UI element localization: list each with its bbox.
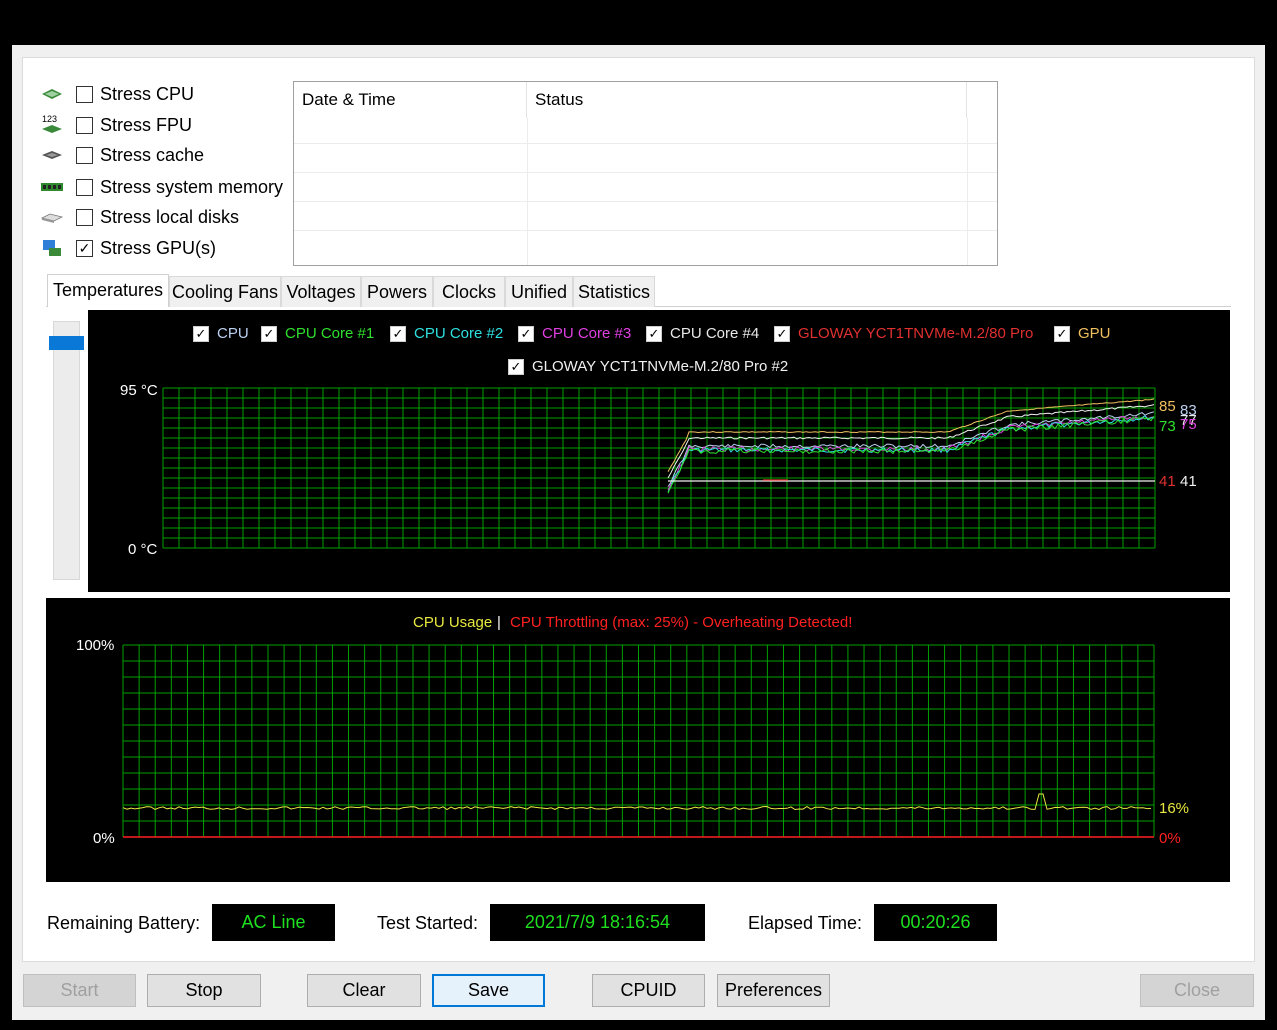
stress-memory-checkbox[interactable] [76, 178, 93, 196]
stress-memory-option[interactable]: Stress system memory [38, 174, 283, 200]
log-column-datetime[interactable]: Date & Time [294, 82, 527, 118]
preferences-button[interactable]: Preferences [717, 974, 830, 1007]
temperature-plot: 95 °C 0 °C 85 83 77 75 73 41 41 [120, 382, 1197, 558]
usage-current-value: 16% [1159, 800, 1189, 817]
svg-text:123: 123 [42, 114, 57, 124]
memory-module-icon [38, 176, 66, 198]
elapsed-time-value: 00:20:26 [874, 904, 997, 941]
temperature-trace-3 [667, 414, 1155, 491]
temp-value-core-3: 75 [1180, 416, 1197, 433]
vertical-slider-thumb[interactable] [49, 336, 84, 350]
stress-cache-option[interactable]: Stress cache [38, 142, 204, 168]
temp-value-ssd-2: 41 [1180, 473, 1197, 490]
temperature-chart: ✓ CPU ✓ CPU Core #1 ✓ CPU Core #2 ✓ CPU Core… [88, 310, 1230, 592]
log-row-divider [294, 172, 997, 173]
tab-temperatures[interactable]: Temperatures [47, 274, 169, 307]
test-started-value: 2021/7/9 18:16:54 [490, 904, 705, 941]
battery-value: AC Line [212, 904, 335, 941]
stress-gpu-label: Stress GPU(s) [100, 237, 217, 258]
battery-label: Remaining Battery: [47, 913, 201, 933]
temperature-grid [162, 387, 1156, 549]
fpu-123-icon: 123 [38, 114, 66, 136]
stress-cache-checkbox[interactable] [76, 146, 93, 164]
temperature-trace-1 [667, 404, 1155, 479]
stress-fpu-checkbox[interactable] [76, 116, 93, 134]
stress-disks-option[interactable]: Stress local disks [38, 204, 239, 230]
temp-value-ssd: 41 [1159, 473, 1176, 490]
temp-value-gpu: 85 [1159, 398, 1176, 415]
temp-y-max-label: 95 °C [120, 382, 158, 399]
usage-title: CPU Usage [413, 614, 492, 631]
cache-chip-icon [38, 144, 66, 166]
temperature-series [667, 398, 1155, 494]
temperature-trace-0 [667, 398, 1155, 473]
stress-cache-label: Stress cache [100, 144, 205, 165]
cpuid-button[interactable]: CPUID [592, 974, 705, 1007]
elapsed-time-label: Elapsed Time: [748, 913, 863, 933]
log-column-divider [967, 118, 968, 265]
usage-y-min-label: 0% [93, 830, 115, 847]
close-button[interactable]: Close [1140, 974, 1254, 1007]
tab-clocks[interactable]: Clocks [433, 276, 505, 307]
gpu-card-icon [38, 237, 66, 259]
temp-y-min-label: 0 °C [128, 541, 158, 558]
temp-value-core-1: 73 [1159, 418, 1176, 435]
usage-plot: CPU Usage | CPU Throttling (max: 25%) - … [76, 614, 1189, 847]
tab-statistics[interactable]: Statistics [573, 276, 655, 307]
stress-disks-checkbox[interactable] [76, 208, 93, 226]
tab-voltages[interactable]: Voltages [281, 276, 361, 307]
tab-powers[interactable]: Powers [361, 276, 433, 307]
save-button[interactable]: Save [432, 974, 545, 1007]
stress-disks-label: Stress local disks [100, 206, 240, 227]
stress-memory-label: Stress system memory [100, 176, 284, 197]
clear-button[interactable]: Clear [307, 974, 421, 1007]
log-row-divider [294, 201, 997, 202]
vertical-slider-track[interactable] [53, 321, 80, 580]
stress-fpu-option[interactable]: 123 Stress FPU [38, 112, 192, 138]
log-column-divider [527, 118, 528, 265]
stress-cpu-checkbox[interactable] [76, 85, 93, 103]
cpu-chip-icon [38, 83, 66, 105]
stress-cpu-label: Stress CPU [100, 83, 195, 104]
log-column-status[interactable]: Status [527, 82, 967, 118]
stop-button[interactable]: Stop [147, 974, 261, 1007]
test-started-label: Test Started: [377, 913, 479, 933]
throttling-title: CPU Throttling (max: 25%) - Overheating … [510, 614, 852, 631]
tab-unified[interactable]: Unified [505, 276, 573, 307]
stress-cpu-option[interactable]: Stress CPU [38, 81, 194, 107]
tab-cooling-fans[interactable]: Cooling Fans [169, 276, 281, 307]
usage-y-max-label: 100% [76, 637, 114, 654]
log-row-divider [294, 230, 997, 231]
stress-gpu-checkbox[interactable]: ✓ [76, 239, 93, 257]
disk-drive-icon [38, 206, 66, 228]
event-log-table[interactable]: Date & Time Status [293, 81, 998, 266]
log-row-divider [294, 143, 997, 144]
cpu-usage-trace [122, 793, 1152, 811]
start-button[interactable]: Start [23, 974, 136, 1007]
throttling-current-value: 0% [1159, 830, 1181, 847]
stress-gpu-option[interactable]: ✓ Stress GPU(s) [38, 235, 216, 261]
cpu-usage-chart: CPU Usage | CPU Throttling (max: 25%) - … [46, 598, 1230, 882]
usage-title-separator: | [497, 614, 501, 631]
stress-fpu-label: Stress FPU [100, 114, 193, 135]
